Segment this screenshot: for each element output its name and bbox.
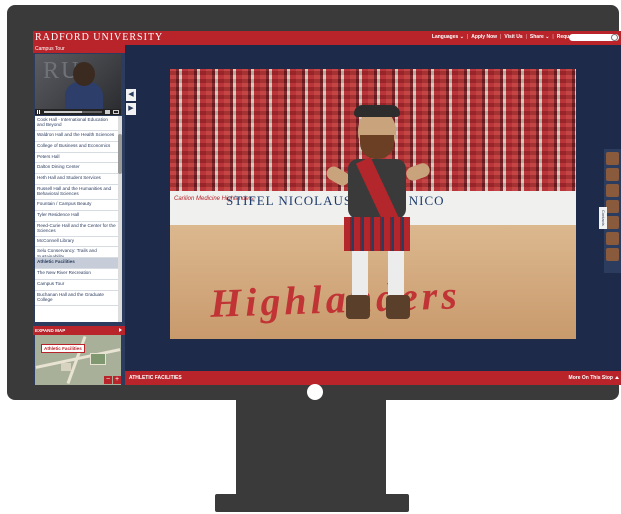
- bottom-bar: ATHLETIC FACILITIES More On This Stop: [125, 371, 621, 385]
- tour-stop-item[interactable]: College of Business and Economics: [35, 142, 118, 153]
- contact-avatar[interactable]: [606, 232, 619, 245]
- chevron-up-icon[interactable]: [615, 376, 619, 379]
- stop-title: ATHLETIC FACILITIES: [129, 375, 182, 381]
- tour-stop-item[interactable]: Peters Hall: [35, 153, 118, 164]
- zoom-out-button[interactable]: −: [104, 376, 112, 384]
- monitor-stand-neck: [236, 400, 386, 496]
- stop-nav-arrows: ◀ ▶: [126, 89, 136, 115]
- tour-stop-list: Cook Hall - International Education and …: [35, 116, 118, 322]
- contact-avatar[interactable]: [606, 168, 619, 181]
- power-indicator: [307, 384, 323, 400]
- nav-languages[interactable]: Languages ⌄: [432, 34, 464, 40]
- expand-map-label: EXPAND MAP: [35, 328, 66, 333]
- tour-stop-item[interactable]: Selu Conservancy: Trails and Sustainabil…: [35, 247, 118, 259]
- tour-stop-item[interactable]: The New River Recreation: [35, 269, 118, 280]
- video-controls: [35, 109, 121, 115]
- contact-avatar[interactable]: [606, 152, 619, 165]
- list-scrollbar[interactable]: [118, 116, 122, 322]
- monitor-stand-base: [215, 494, 409, 512]
- brand-logo[interactable]: RADFORD UNIVERSITY: [35, 32, 163, 43]
- nav-share[interactable]: Share ⌄: [530, 34, 549, 40]
- tour-stop-item[interactable]: Tyler Residence Hall: [35, 211, 118, 222]
- previous-stop-button[interactable]: ◀: [126, 89, 136, 101]
- contact-avatar[interactable]: [606, 248, 619, 261]
- contact-avatar[interactable]: [606, 184, 619, 197]
- map-location-label[interactable]: Athletic Facilities: [41, 344, 85, 353]
- tour-stop-item[interactable]: Waldron Hall and the Health Sciences: [35, 131, 118, 142]
- map-zoom-controls: − +: [104, 376, 121, 384]
- expand-map-button[interactable]: EXPAND MAP: [33, 326, 125, 335]
- search-icon[interactable]: [611, 34, 618, 41]
- top-nav: Languages ⌄ | Apply Now | Visit Us | Sha…: [432, 34, 587, 40]
- tour-stop-item[interactable]: Cook Hall - International Education and …: [35, 116, 118, 131]
- nav-visit-us[interactable]: Visit Us: [504, 34, 522, 40]
- next-stop-button[interactable]: ▶: [126, 103, 136, 115]
- sidebar: Campus Tour RU Cook Hall - International…: [33, 45, 125, 385]
- tour-stop-item[interactable]: Heth Hall and Student Services: [35, 174, 118, 185]
- contact-avatar[interactable]: [606, 216, 619, 229]
- tour-stop-item[interactable]: Fountain / Campus Beauty: [35, 200, 118, 211]
- contacts-toggle[interactable]: Contacts: [599, 207, 607, 229]
- map-building: [61, 363, 71, 371]
- tour-stop-item[interactable]: Campus Tour: [35, 280, 118, 291]
- video-player[interactable]: RU: [35, 54, 121, 109]
- screen: RADFORD UNIVERSITY Languages ⌄ | Apply N…: [33, 31, 621, 385]
- search-input[interactable]: [569, 34, 619, 41]
- tour-stop-item[interactable]: Athletic Facilities: [35, 258, 118, 269]
- tour-stop-photo: Carilion Medicine Highlanders STIFEL NIC…: [170, 69, 576, 339]
- video-progress-bar[interactable]: [44, 111, 102, 113]
- map-field: [90, 353, 106, 365]
- arrow-right-icon: [119, 328, 122, 332]
- presenter-head: [73, 62, 95, 86]
- sidebar-title: Campus Tour: [33, 45, 125, 53]
- highlander-mascot: [320, 105, 440, 329]
- tour-stop-item[interactable]: Reed-Curie Hall and the Center for the S…: [35, 222, 118, 237]
- nav-apply-now[interactable]: Apply Now: [471, 34, 497, 40]
- more-on-this-stop-link[interactable]: More On This Stop: [569, 375, 613, 381]
- pause-icon[interactable]: [37, 110, 40, 114]
- contact-avatar[interactable]: [606, 200, 619, 213]
- tour-stop-item[interactable]: Russell Hall and the Humanities and Beha…: [35, 185, 118, 200]
- presenter-body: [65, 82, 103, 109]
- tour-stop-item[interactable]: McConnell Library: [35, 237, 118, 248]
- tour-stop-item[interactable]: Buchanan Hall and the Graduate College: [35, 291, 118, 306]
- volume-icon[interactable]: [105, 110, 110, 114]
- zoom-in-button[interactable]: +: [113, 376, 121, 384]
- monitor-bezel: RADFORD UNIVERSITY Languages ⌄ | Apply N…: [7, 5, 621, 400]
- scrollbar-thumb[interactable]: [118, 134, 122, 174]
- top-bar: RADFORD UNIVERSITY Languages ⌄ | Apply N…: [33, 31, 621, 45]
- tour-stop-item[interactable]: Dalton Dining Center: [35, 163, 118, 175]
- captions-icon[interactable]: [113, 110, 119, 114]
